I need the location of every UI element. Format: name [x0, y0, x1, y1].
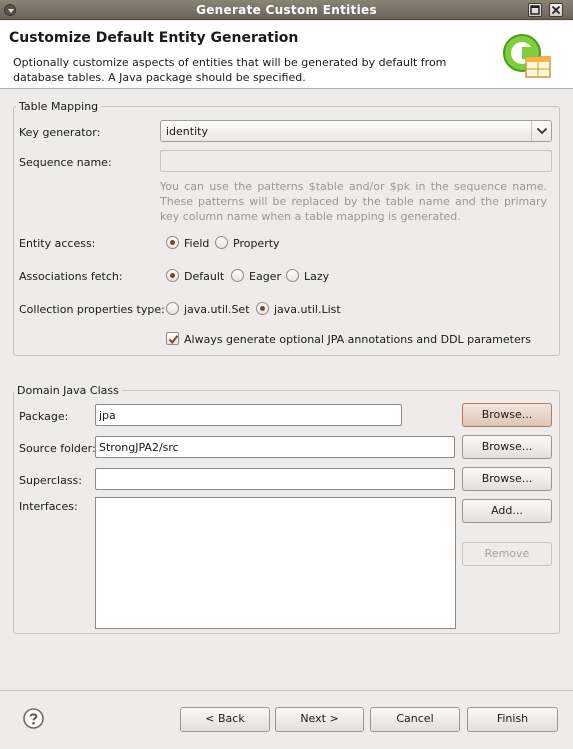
chevron-down-icon [536, 127, 548, 135]
checkmark-icon [168, 335, 179, 345]
remove-interface-button[interactable]: Remove [462, 542, 552, 566]
sequence-hint: You can use the patterns $table and/or $… [160, 180, 547, 223]
next-button[interactable]: Next > [275, 707, 364, 732]
source-folder-browse-button[interactable]: Browse... [462, 435, 552, 459]
maximize-button[interactable] [528, 3, 542, 17]
back-button[interactable]: < Back [180, 707, 270, 732]
interfaces-label: Interfaces: [19, 500, 78, 513]
sequence-name-label: Sequence name: [19, 156, 112, 169]
help-icon[interactable] [23, 708, 44, 729]
always-generate-label: Always generate optional JPA annotations… [184, 333, 531, 346]
collection-set-label: java.util.Set [184, 303, 250, 316]
source-folder-label: Source folder: [19, 442, 96, 455]
entity-access-property-radio[interactable] [215, 236, 228, 249]
collection-type-label: Collection properties type: [19, 303, 165, 316]
superclass-label: Superclass: [19, 474, 82, 487]
entity-access-field-radio[interactable] [166, 236, 179, 249]
collection-list-radio[interactable] [256, 302, 269, 315]
fetch-default-label: Default [184, 270, 225, 283]
window-title: Generate Custom Entities [196, 3, 377, 17]
entity-access-property-label: Property [233, 237, 280, 250]
package-browse-button[interactable]: Browse... [462, 403, 552, 427]
associations-fetch-label: Associations fetch: [19, 270, 123, 283]
page-title: Customize Default Entity Generation [9, 30, 299, 46]
fetch-lazy-label: Lazy [304, 270, 330, 283]
window-titlebar: Generate Custom Entities [0, 0, 573, 20]
finish-button[interactable]: Finish [467, 707, 558, 732]
collection-list-label: java.util.List [274, 303, 341, 316]
interfaces-list[interactable] [95, 497, 456, 629]
maximize-icon [530, 5, 540, 15]
package-input[interactable] [95, 404, 402, 426]
fetch-lazy-radio[interactable] [286, 269, 299, 282]
fetch-default-radio[interactable] [166, 269, 179, 282]
close-button[interactable] [549, 3, 563, 17]
key-generator-combo[interactable]: identity [160, 120, 552, 142]
table-mapping-group [13, 106, 560, 356]
cancel-button[interactable]: Cancel [370, 707, 460, 732]
key-generator-value: identity [166, 125, 208, 138]
entity-access-label: Entity access: [19, 237, 96, 250]
combo-arrow[interactable] [531, 121, 551, 141]
wizard-logo-icon [503, 34, 551, 78]
package-label: Package: [19, 410, 69, 423]
fetch-eager-label: Eager [249, 270, 281, 283]
page-description: Optionally customize aspects of entities… [13, 56, 447, 84]
domain-java-class-label: Domain Java Class [14, 384, 122, 397]
add-interface-button[interactable]: Add... [462, 499, 552, 523]
table-mapping-label: Table Mapping [16, 100, 102, 113]
always-generate-checkbox[interactable] [166, 332, 179, 345]
entity-access-field-label: Field [184, 237, 210, 250]
source-folder-input[interactable] [95, 436, 455, 458]
footer-separator [0, 690, 573, 691]
sequence-name-input[interactable] [160, 150, 552, 172]
key-generator-label: Key generator: [19, 126, 101, 139]
wizard-header: Customize Default Entity Generation Opti… [0, 21, 573, 89]
superclass-input[interactable] [95, 468, 455, 490]
fetch-eager-radio[interactable] [231, 269, 244, 282]
close-icon [551, 5, 561, 15]
collection-set-radio[interactable] [166, 302, 179, 315]
superclass-browse-button[interactable]: Browse... [462, 467, 552, 491]
